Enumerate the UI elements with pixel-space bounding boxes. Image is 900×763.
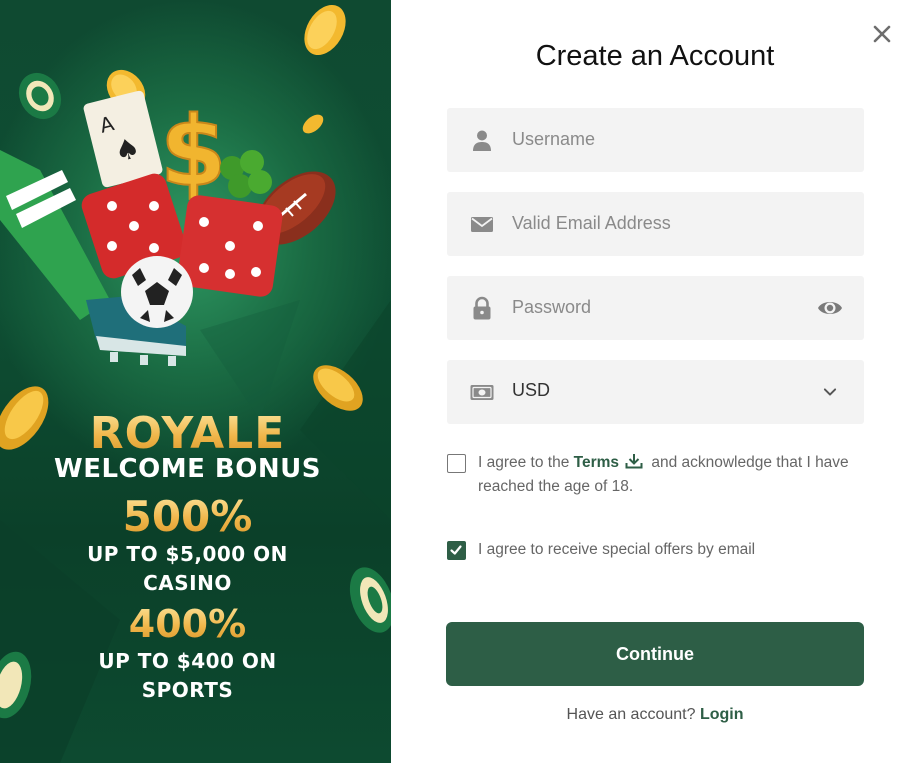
- terms-label: I agree to the Terms and acknowledge tha…: [478, 451, 858, 499]
- promo-banner: A ♠ $ ROYALE WELCOME BONUS 500% UP TO $5…: [0, 0, 391, 763]
- promo-sports-line2: SPORTS: [141, 678, 234, 702]
- user-icon: [473, 130, 491, 151]
- close-button[interactable]: [870, 22, 894, 46]
- eye-icon[interactable]: [816, 295, 844, 321]
- clover-icon: [220, 150, 272, 198]
- terms-checkbox[interactable]: [447, 454, 466, 473]
- dice-icon: [177, 195, 283, 297]
- continue-button[interactable]: Continue: [446, 622, 864, 686]
- dollar-sign-icon: $: [160, 96, 227, 208]
- promo-sports-percent: 400%: [0, 602, 375, 646]
- lock-icon: [473, 296, 491, 320]
- promo-headline: ROYALE: [0, 408, 375, 459]
- offers-checkbox[interactable]: [447, 541, 466, 560]
- playing-card-icon: A ♠: [83, 90, 163, 188]
- page-title: Create an Account: [535, 40, 775, 72]
- username-placeholder: Username: [512, 129, 596, 149]
- close-icon: [873, 25, 891, 43]
- promo-sports-line1: UP TO $400 ON: [98, 649, 277, 673]
- currency-value: USD: [512, 380, 551, 400]
- soccer-ball-icon: [121, 256, 193, 328]
- username-field[interactable]: Username: [447, 108, 864, 172]
- promo-casino-text: UP TO $5,000 ON CASINO: [0, 540, 375, 598]
- promo-casino-line1: UP TO $5,000 ON: [87, 542, 288, 566]
- coin-icon: [302, 114, 324, 134]
- promo-subheadline: WELCOME BONUS: [54, 454, 321, 484]
- checkmark-icon: [450, 545, 462, 555]
- chevron-down-icon[interactable]: [818, 379, 842, 405]
- currency-select[interactable]: USD: [447, 360, 864, 424]
- email-field[interactable]: Valid Email Address: [447, 192, 864, 256]
- password-placeholder: Password: [512, 297, 592, 317]
- terms-prefix-text: I agree to the: [478, 454, 574, 471]
- promo-sports-text: UP TO $400 ON SPORTS: [0, 647, 375, 705]
- banknote-icon: [470, 385, 494, 400]
- promo-casino-line2: CASINO: [143, 571, 232, 595]
- password-field[interactable]: Password: [447, 276, 864, 340]
- offers-label: I agree to receive special offers by ema…: [478, 541, 756, 558]
- promo-casino-percent: 500%: [0, 492, 375, 541]
- have-account-text: Have an account?: [566, 706, 700, 723]
- poker-chip-icon: [18, 72, 62, 120]
- login-prompt: Have an account? Login: [446, 706, 864, 724]
- download-icon[interactable]: [625, 453, 643, 469]
- email-placeholder: Valid Email Address: [512, 213, 671, 233]
- coin-icon: [304, 4, 346, 56]
- terms-link[interactable]: Terms: [574, 454, 619, 471]
- login-link[interactable]: Login: [700, 706, 744, 723]
- envelope-icon: [471, 217, 493, 232]
